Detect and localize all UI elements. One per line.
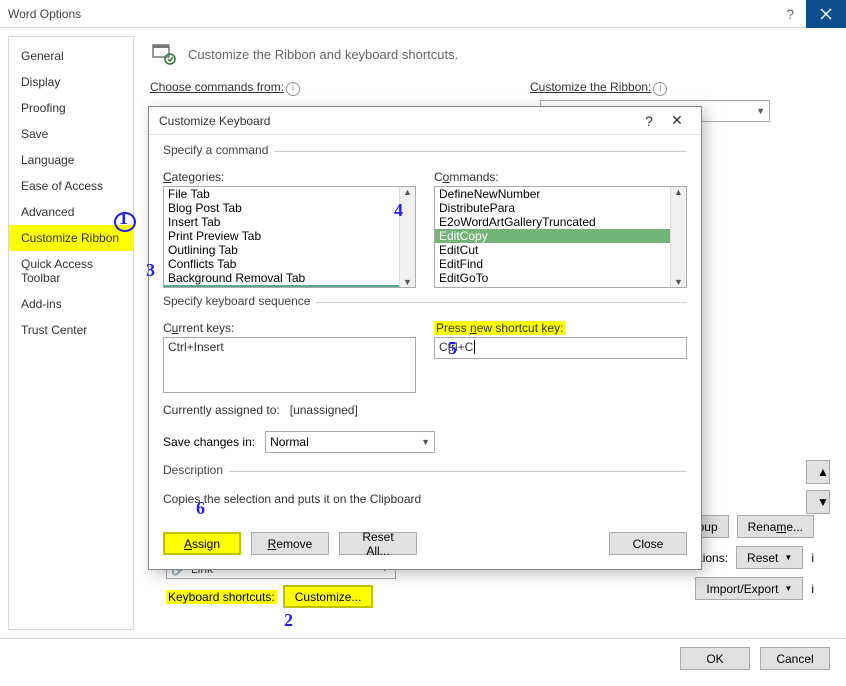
sidebar-item-advanced[interactable]: Advanced bbox=[9, 199, 133, 225]
list-item[interactable]: Home Tab bbox=[164, 285, 415, 288]
list-item[interactable]: Background Removal Tab bbox=[164, 271, 415, 285]
info-icon[interactable]: i bbox=[811, 551, 814, 565]
save-changes-dropdown[interactable]: Normal▼ bbox=[265, 431, 435, 453]
list-item[interactable]: EditCut bbox=[435, 243, 686, 257]
save-changes-label: Save changes in: bbox=[163, 435, 255, 449]
list-item[interactable]: Insert Tab bbox=[164, 215, 415, 229]
current-keys-box[interactable]: Ctrl+Insert bbox=[163, 337, 416, 393]
chevron-down-icon: ▼ bbox=[421, 437, 430, 447]
info-icon[interactable]: i bbox=[286, 82, 300, 96]
list-item[interactable]: Outlining Tab bbox=[164, 243, 415, 257]
currently-assigned: Currently assigned to: [unassigned] bbox=[163, 403, 687, 417]
specify-command-label: Specify a command bbox=[163, 143, 274, 157]
list-item[interactable]: DistributePara bbox=[435, 201, 686, 215]
list-item[interactable]: EditGoTo bbox=[435, 271, 686, 285]
description-label: Description bbox=[163, 463, 229, 477]
dialog-title: Customize Keyboard bbox=[159, 114, 635, 128]
close-icon[interactable]: ✕ bbox=[663, 112, 691, 129]
list-item[interactable]: File Tab bbox=[164, 187, 415, 201]
list-item[interactable]: DefineNewNumber bbox=[435, 187, 686, 201]
press-new-input[interactable]: Ctrl+C bbox=[434, 337, 687, 359]
save-changes-row: Save changes in: Normal▼ bbox=[163, 431, 687, 453]
rename-button[interactable]: Rename... bbox=[737, 515, 814, 538]
move-up-button[interactable]: ▲ bbox=[806, 460, 830, 484]
heading: Customize the Ribbon and keyboard shortc… bbox=[150, 40, 830, 68]
categories-listbox[interactable]: File Tab Blog Post Tab Insert Tab Print … bbox=[163, 186, 416, 288]
sidebar-item-ease[interactable]: Ease of Access bbox=[9, 173, 133, 199]
list-item[interactable]: E2oWordArtGalleryTruncated bbox=[435, 215, 686, 229]
reorder-buttons: ▲ ▼ bbox=[806, 460, 830, 514]
info-icon[interactable]: i bbox=[653, 82, 667, 96]
current-keys-label: Current keys: bbox=[163, 321, 416, 335]
sidebar-item-general[interactable]: General bbox=[9, 43, 133, 69]
info-icon[interactable]: i bbox=[811, 582, 814, 596]
help-icon[interactable]: ? bbox=[774, 6, 806, 22]
list-item[interactable]: Blog Post Tab bbox=[164, 201, 415, 215]
description-text: Copies the selection and puts it on the … bbox=[163, 492, 687, 506]
categories-label: Categories: bbox=[163, 170, 416, 184]
specify-sequence-label: Specify keyboard sequence bbox=[163, 294, 316, 308]
sidebar-item-save[interactable]: Save bbox=[9, 121, 133, 147]
kb-shortcuts-label: Keyboard shortcuts: bbox=[166, 590, 277, 604]
list-item[interactable]: EditCopy bbox=[435, 229, 686, 243]
heading-text: Customize the Ribbon and keyboard shortc… bbox=[188, 47, 458, 62]
sidebar-item-display[interactable]: Display bbox=[9, 69, 133, 95]
sidebar-item-proofing[interactable]: Proofing bbox=[9, 95, 133, 121]
row-labels: Choose commands from:i Customize the Rib… bbox=[150, 80, 830, 96]
help-icon[interactable]: ? bbox=[635, 113, 663, 129]
customize-keyboard-dialog: Customize Keyboard ? ✕ Specify a command… bbox=[148, 106, 702, 570]
remove-button[interactable]: Remove bbox=[251, 532, 329, 555]
sidebar-item-customize-ribbon[interactable]: Customize Ribbon bbox=[9, 225, 133, 251]
sidebar-item-qat[interactable]: Quick Access Toolbar bbox=[9, 251, 133, 291]
commands-label: Commands: bbox=[434, 170, 687, 184]
list-item[interactable]: EditOfficeClipboard bbox=[435, 285, 686, 288]
commands-listbox[interactable]: DefineNewNumber DistributePara E2oWordAr… bbox=[434, 186, 687, 288]
cancel-button[interactable]: Cancel bbox=[760, 647, 830, 670]
customize-button[interactable]: Customize... bbox=[283, 585, 374, 608]
window-title: Word Options bbox=[8, 7, 774, 21]
list-item[interactable]: EditFind bbox=[435, 257, 686, 271]
titlebar: Word Options ? bbox=[0, 0, 846, 28]
chevron-down-icon: ▼ bbox=[756, 106, 765, 116]
import-export-button[interactable]: Import/Export▼ bbox=[695, 577, 803, 600]
reset-all-button[interactable]: Reset All... bbox=[339, 532, 417, 555]
press-new-label: Press new shortcut key: bbox=[434, 321, 687, 335]
close-button[interactable]: Close bbox=[609, 532, 687, 555]
list-item[interactable]: Print Preview Tab bbox=[164, 229, 415, 243]
customize-ribbon-label: Customize the Ribbon:i bbox=[530, 80, 830, 96]
sidebar-item-trust[interactable]: Trust Center bbox=[9, 317, 133, 343]
ribbon-icon bbox=[150, 40, 178, 68]
scrollbar[interactable]: ▲▼ bbox=[670, 187, 686, 287]
sidebar-item-addins[interactable]: Add-ins bbox=[9, 291, 133, 317]
footer: OK Cancel bbox=[0, 638, 846, 678]
close-icon[interactable] bbox=[806, 0, 846, 28]
scrollbar[interactable]: ▲▼ bbox=[399, 187, 415, 287]
assign-button[interactable]: Assign bbox=[163, 532, 241, 555]
dialog-titlebar: Customize Keyboard ? ✕ bbox=[149, 107, 701, 135]
move-down-button[interactable]: ▼ bbox=[806, 490, 830, 514]
list-item[interactable]: Conflicts Tab bbox=[164, 257, 415, 271]
ok-button[interactable]: OK bbox=[680, 647, 750, 670]
sidebar-item-language[interactable]: Language bbox=[9, 147, 133, 173]
reset-button[interactable]: Reset▼ bbox=[736, 546, 803, 569]
sidebar: General Display Proofing Save Language E… bbox=[8, 36, 134, 630]
choose-from-label: Choose commands from:i bbox=[150, 80, 450, 96]
